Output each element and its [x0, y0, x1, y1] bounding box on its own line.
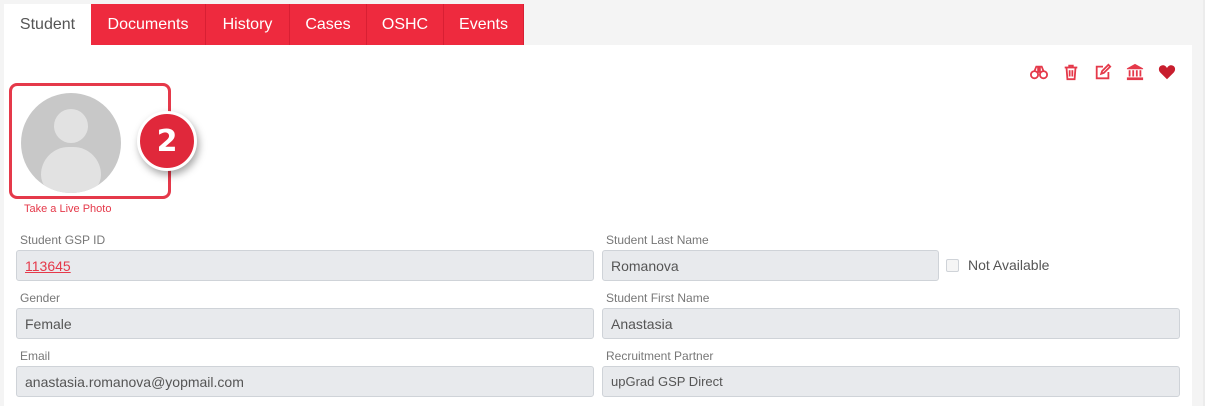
email-value: anastasia.romanova@yopmail.com [25, 373, 244, 390]
heart-icon[interactable] [1158, 63, 1176, 81]
gsp-id-field[interactable]: 113645 [16, 250, 594, 281]
student-panel: 2 Take a Live Photo Student GSP ID 11364… [4, 45, 1192, 406]
tab-student[interactable]: Student [4, 4, 91, 45]
avatar-placeholder-icon [21, 93, 121, 193]
tab-cases[interactable]: Cases [290, 4, 367, 45]
first-name-field[interactable]: Anastasia [602, 308, 1180, 339]
tab-events[interactable]: Events [444, 4, 524, 45]
last-name-value: Romanova [611, 257, 679, 274]
not-available-checkbox[interactable] [946, 258, 959, 272]
first-name-value: Anastasia [611, 315, 673, 332]
step-badge: 2 [137, 111, 197, 171]
trash-icon[interactable] [1062, 63, 1080, 81]
tab-oshc[interactable]: OSHC [367, 4, 444, 45]
last-name-field[interactable]: Romanova [602, 250, 939, 281]
gender-value: Female [25, 315, 72, 332]
edit-icon[interactable] [1094, 63, 1112, 81]
take-live-photo-link[interactable]: Take a Live Photo [24, 203, 111, 215]
tab-bar: Student Documents History Cases OSHC Eve… [4, 4, 524, 45]
last-name-label: Student Last Name [606, 233, 709, 247]
gender-label: Gender [20, 291, 61, 305]
recruitment-partner-field[interactable]: upGrad GSP Direct [602, 366, 1180, 397]
not-available-label: Not Available [968, 257, 1050, 273]
action-toolbar [1030, 63, 1176, 81]
tab-history[interactable]: History [206, 4, 290, 45]
not-available-option[interactable]: Not Available [946, 257, 1049, 273]
binoculars-icon[interactable] [1030, 63, 1048, 81]
gsp-id-link[interactable]: 113645 [25, 258, 71, 274]
institution-icon[interactable] [1126, 63, 1144, 81]
email-label: Email [20, 349, 51, 363]
gender-field[interactable]: Female [16, 308, 594, 339]
gsp-id-label: Student GSP ID [20, 233, 106, 247]
recruitment-partner-label: Recruitment Partner [606, 349, 714, 363]
email-field[interactable]: anastasia.romanova@yopmail.com [16, 366, 594, 397]
recruitment-partner-value: upGrad GSP Direct [611, 374, 723, 389]
tab-documents[interactable]: Documents [91, 4, 206, 45]
first-name-label: Student First Name [606, 291, 710, 305]
